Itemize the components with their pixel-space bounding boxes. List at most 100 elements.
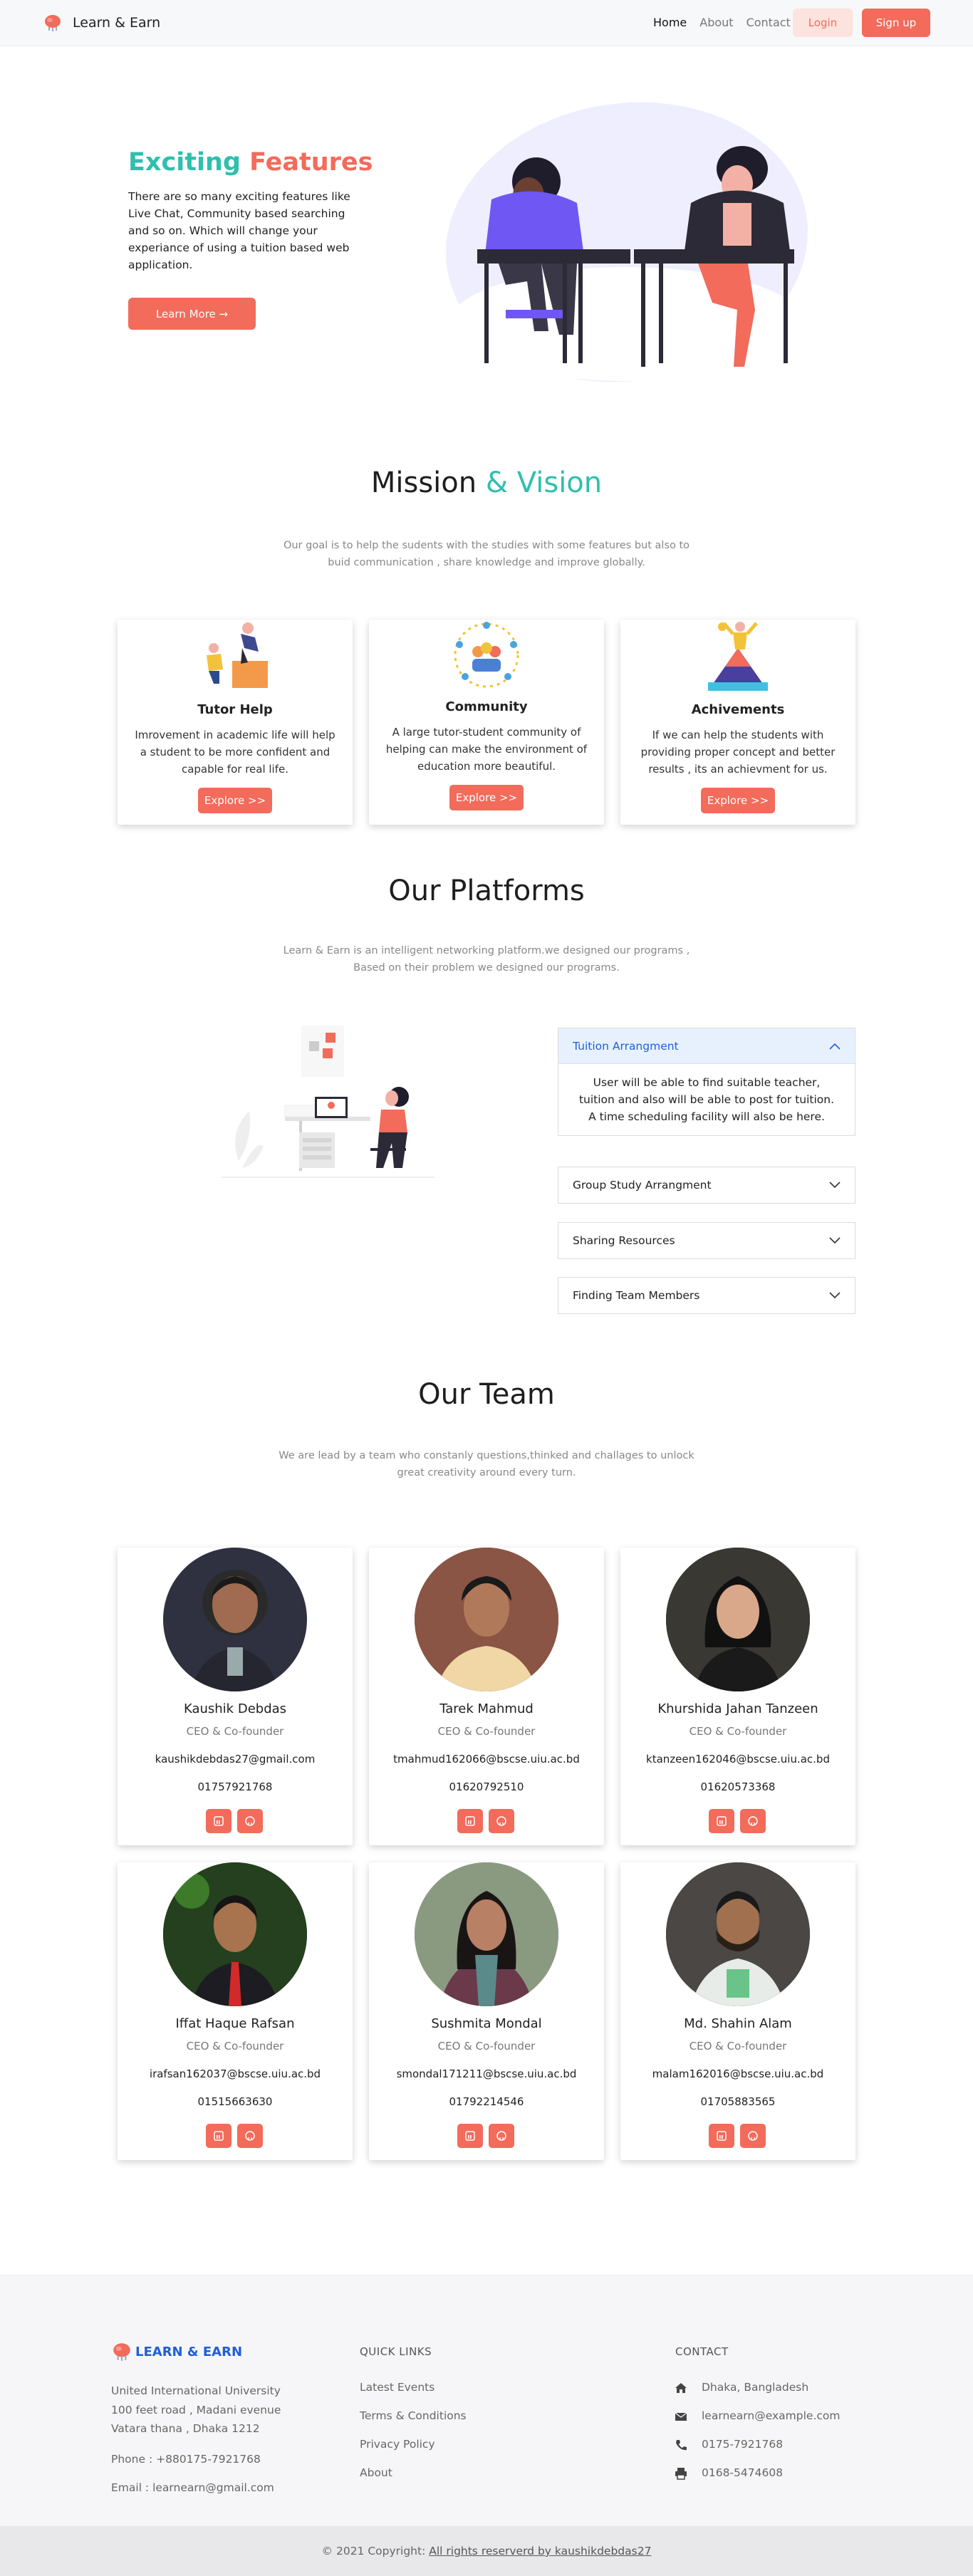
member-name: Tarek Mahmud (439, 1701, 534, 1716)
linkedin-icon[interactable] (709, 1809, 734, 1833)
member-phone: 01515663630 (197, 2095, 273, 2108)
phone-icon (676, 2440, 687, 2451)
chevron-up-icon (829, 1043, 841, 1050)
hero-illustration (446, 102, 808, 382)
mission-card-text: If we can help the students with providi… (640, 729, 836, 776)
brand[interactable]: Learn & Earn (43, 13, 160, 33)
nav-home-link[interactable]: Home (653, 16, 687, 29)
linkedin-icon[interactable] (457, 1809, 483, 1833)
mission-card-text: A large tutor-student community of helpi… (385, 726, 588, 773)
github-icon[interactable] (489, 1809, 514, 1833)
footer-link-about[interactable]: About (360, 2463, 392, 2482)
footer-brand-name: LEARN & EARN (135, 2344, 243, 2359)
social-links (709, 1809, 766, 1833)
github-icon[interactable] (740, 2124, 766, 2148)
member-phone: 01620792510 (449, 1780, 524, 1793)
footer-brand[interactable]: LEARN & EARN (111, 2341, 242, 2362)
member-role: CEO & Co-founder (186, 1725, 284, 1738)
accordion-item-sharing: Sharing Resources (558, 1222, 855, 1259)
member-role: CEO & Co-founder (437, 1725, 536, 1738)
team-card: Sushmita Mondal CEO & Co-founder smondal… (369, 1862, 604, 2160)
team-card: Iffat Haque Rafsan CEO & Co-founder iraf… (118, 1862, 353, 2160)
accordion-title: Finding Team Members (573, 1289, 700, 1302)
footer-copyright: © 2021 Copyright: All rights reserverd b… (0, 2526, 973, 2576)
avatar (666, 1862, 810, 2006)
mission-card-title: Community (445, 699, 528, 714)
team-card: Md. Shahin Alam CEO & Co-founder malam16… (620, 1862, 855, 2160)
member-phone: 01705883565 (700, 2095, 776, 2108)
mission-title: Mission & Vision (0, 466, 973, 499)
accordion-item-tuition: Tuition Arrangment User will be able to … (558, 1028, 855, 1136)
copyright-link[interactable]: All rights reserverd by kaushikdebdas27 (429, 2545, 651, 2557)
member-name: Kaushik Debdas (183, 1701, 287, 1716)
nav-about-link[interactable]: About (699, 16, 733, 29)
footer-address-line: 100 feet road , Madani evenue (111, 2404, 281, 2416)
member-phone: 01792214546 (449, 2095, 524, 2108)
social-links (206, 1809, 263, 1833)
home-icon (675, 2383, 687, 2393)
footer-link-terms[interactable]: Terms & Conditions (360, 2406, 467, 2425)
footer: LEARN & EARN United International Univer… (0, 2275, 973, 2526)
accordion-item-group-study: Group Study Arrangment (558, 1167, 855, 1204)
footer-phone: Phone : +880175-7921768 (111, 2453, 261, 2466)
explore-button[interactable]: Explore >> (449, 785, 524, 810)
mission-title-part2: & Vision (485, 466, 603, 499)
nav-contact-link[interactable]: Contact (746, 16, 791, 29)
contact-email[interactable]: learnearn@example.com (702, 2406, 840, 2425)
linkedin-icon[interactable] (206, 1809, 231, 1833)
footer-email: Email : learnearn@gmail.com (111, 2481, 274, 2494)
tutor-icon (207, 622, 268, 688)
footer-address-line: Vatara thana , Dhaka 1212 (111, 2422, 260, 2435)
accordion-title: Tuition Arrangment (573, 1039, 679, 1053)
mission-card-community: Community A large tutor-student communit… (369, 620, 604, 825)
member-name: Md. Shahin Alam (684, 2016, 792, 2031)
explore-button[interactable]: Explore >> (198, 788, 272, 813)
social-links (457, 1809, 514, 1833)
member-phone: 01757921768 (197, 1780, 273, 1793)
footer-link-events[interactable]: Latest Events (360, 2378, 435, 2397)
envelope-icon (675, 2412, 687, 2421)
member-email: ktanzeen162046@bscse.uiu.ac.bd (646, 1753, 830, 1766)
member-role: CEO & Co-founder (689, 1725, 787, 1738)
accordion-body: User will be able to find suitable teach… (578, 1076, 835, 1123)
login-button[interactable]: Login (793, 9, 853, 37)
mission-title-part1: Mission (370, 466, 477, 499)
print-icon (675, 2468, 687, 2480)
mission-card-tutor: Tutor Help Imrovement in academic life w… (118, 620, 353, 825)
linkedin-icon[interactable] (206, 2124, 231, 2148)
mission-card-achievements: Achivements If we can help the students … (620, 620, 855, 825)
learn-more-button[interactable]: Learn More → (128, 298, 256, 330)
explore-button[interactable]: Explore >> (701, 788, 775, 813)
brand-name: Learn & Earn (73, 15, 161, 31)
team-card: Tarek Mahmud CEO & Co-founder tmahmud162… (369, 1548, 604, 1845)
accordion-header[interactable]: Finding Team Members (558, 1278, 855, 1313)
hero-description: There are so many exciting features like… (128, 190, 350, 271)
accordion-header[interactable]: Sharing Resources (558, 1223, 855, 1258)
contact-fax: 0168-5474608 (702, 2466, 784, 2479)
footer-link-privacy[interactable]: Privacy Policy (360, 2435, 435, 2454)
chevron-down-icon (829, 1292, 841, 1299)
member-role: CEO & Co-founder (437, 2040, 536, 2053)
signup-button[interactable]: Sign up (862, 9, 930, 37)
accordion-header[interactable]: Tuition Arrangment (558, 1028, 855, 1064)
mission-card-title: Achivements (691, 702, 785, 717)
member-name: Iffat Haque Rafsan (175, 2016, 295, 2031)
linkedin-icon[interactable] (709, 2124, 734, 2148)
github-icon[interactable] (489, 2124, 514, 2148)
accordion-header[interactable]: Group Study Arrangment (558, 1167, 855, 1203)
footer-address-line: United International University (111, 2384, 281, 2397)
member-email: tmahmud162066@bscse.uiu.ac.bd (393, 1753, 580, 1766)
github-icon[interactable] (237, 1809, 263, 1833)
accordion-title: Group Study Arrangment (573, 1179, 712, 1191)
team-card: Khurshida Jahan Tanzeen CEO & Co-founder… (620, 1548, 855, 1845)
github-icon[interactable] (237, 2124, 263, 2148)
nav-links: Home About Contact (653, 16, 791, 29)
linkedin-icon[interactable] (457, 2124, 483, 2148)
accordion-item-team-members: Finding Team Members (558, 1277, 855, 1314)
github-icon[interactable] (740, 1809, 766, 1833)
member-phone: 01620573368 (700, 1780, 776, 1793)
copyright-text: © 2021 Copyright: (321, 2545, 426, 2557)
platforms-subtitle: Learn & Earn is an intelligent networkin… (283, 945, 690, 974)
avatar (163, 1862, 307, 2006)
mission-subtitle: Our goal is to help the sudents with the… (283, 540, 690, 568)
